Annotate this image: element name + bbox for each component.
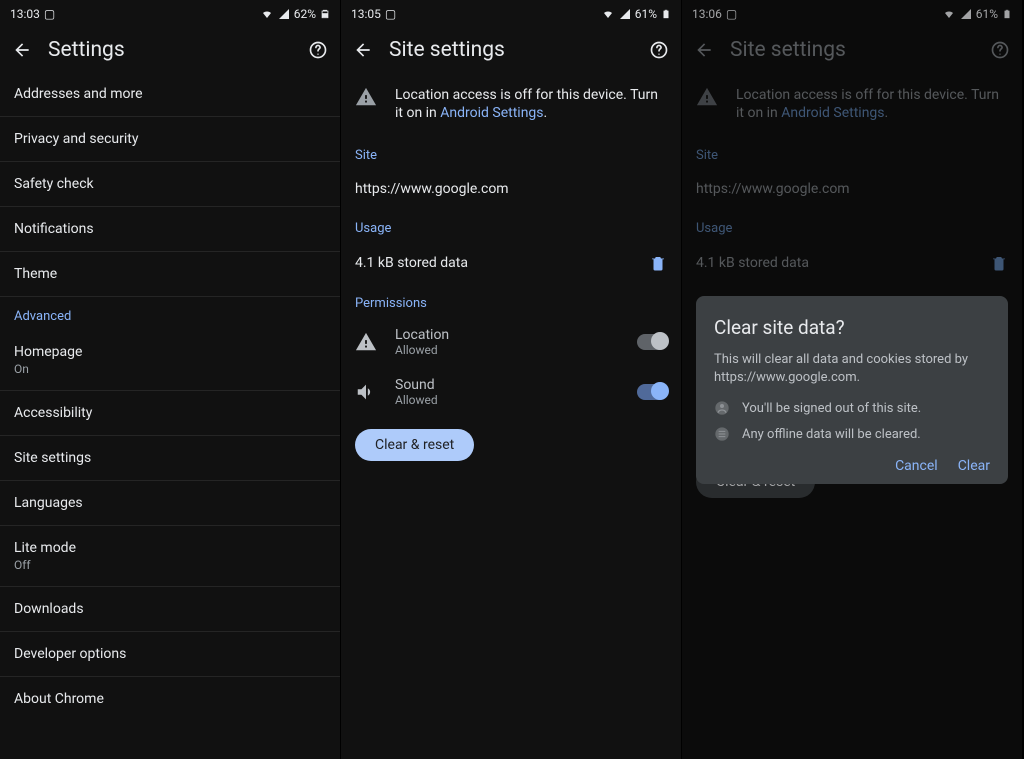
signout-icon bbox=[714, 400, 730, 416]
status-time: 13:05 bbox=[351, 7, 381, 21]
clear-reset-button[interactable]: Clear & reset bbox=[355, 429, 474, 461]
picture-icon: ▢ bbox=[44, 7, 55, 21]
bullet-text: Any offline data will be cleared. bbox=[742, 427, 921, 442]
item-safety[interactable]: Safety check bbox=[0, 162, 340, 207]
item-developer[interactable]: Developer options bbox=[0, 632, 340, 677]
item-site-settings[interactable]: Site settings bbox=[0, 436, 340, 481]
label: Notifications bbox=[14, 221, 94, 237]
label: Privacy and security bbox=[14, 131, 138, 147]
sublabel: On bbox=[14, 362, 326, 376]
perm-name: Sound bbox=[395, 377, 619, 393]
label: Lite mode bbox=[14, 540, 76, 556]
dialog-title: Clear site data? bbox=[714, 316, 990, 339]
dialog-actions: Cancel Clear bbox=[714, 452, 990, 474]
label: Theme bbox=[14, 266, 57, 282]
perm-status: Allowed bbox=[395, 343, 619, 357]
battery-icon bbox=[320, 7, 330, 21]
usage-value: 4.1 kB stored data bbox=[355, 255, 649, 271]
wifi-icon bbox=[260, 8, 274, 20]
help-icon[interactable] bbox=[308, 40, 328, 60]
offline-icon bbox=[714, 426, 730, 442]
item-addresses[interactable]: Addresses and more bbox=[0, 72, 340, 117]
label: Languages bbox=[14, 495, 83, 511]
location-toggle[interactable] bbox=[637, 334, 667, 350]
panel-site-settings-dialog: 13:06 ▢ 61% Site settings Location acces… bbox=[682, 0, 1023, 759]
back-icon[interactable] bbox=[12, 40, 32, 60]
item-privacy[interactable]: Privacy and security bbox=[0, 117, 340, 162]
label: Safety check bbox=[14, 176, 94, 192]
label: Accessibility bbox=[14, 405, 92, 421]
perm-status: Allowed bbox=[395, 393, 619, 407]
status-bar: 13:05 ▢ 61% bbox=[341, 0, 681, 28]
status-bar: 13:03 ▢ 62% bbox=[0, 0, 340, 28]
item-lite-mode[interactable]: Lite mode Off bbox=[0, 526, 340, 587]
usage-row: 4.1 kB stored data bbox=[341, 242, 681, 284]
item-notifications[interactable]: Notifications bbox=[0, 207, 340, 252]
sublabel: Off bbox=[14, 558, 326, 572]
permission-location[interactable]: Location Allowed bbox=[341, 317, 681, 367]
panel-site-settings: 13:05 ▢ 61% Site settings Location acces… bbox=[341, 0, 682, 759]
item-downloads[interactable]: Downloads bbox=[0, 587, 340, 632]
sound-icon bbox=[355, 381, 377, 403]
sound-toggle[interactable] bbox=[637, 384, 667, 400]
section-permissions: Permissions bbox=[341, 284, 681, 317]
label: Homepage bbox=[14, 344, 82, 360]
cancel-button[interactable]: Cancel bbox=[895, 458, 938, 474]
trash-icon[interactable] bbox=[649, 254, 667, 272]
label: Site settings bbox=[14, 450, 91, 466]
battery-text: 61% bbox=[635, 7, 657, 21]
battery-text: 62% bbox=[294, 7, 316, 21]
app-bar: Site settings bbox=[341, 28, 681, 72]
item-languages[interactable]: Languages bbox=[0, 481, 340, 526]
label: Addresses and more bbox=[14, 86, 143, 102]
section-usage: Usage bbox=[341, 209, 681, 242]
page-title: Settings bbox=[48, 38, 292, 62]
battery-icon bbox=[661, 7, 671, 21]
bullet-text: You'll be signed out of this site. bbox=[742, 401, 921, 416]
dialog-body: This will clear all data and cookies sto… bbox=[714, 351, 990, 386]
page-title: Site settings bbox=[389, 38, 633, 62]
app-bar: Settings bbox=[0, 28, 340, 72]
permission-sound[interactable]: Sound Allowed bbox=[341, 367, 681, 417]
location-warning-text: Location access is off for this device. … bbox=[395, 86, 667, 122]
location-warning: Location access is off for this device. … bbox=[341, 72, 681, 136]
help-icon[interactable] bbox=[649, 40, 669, 60]
picture-icon: ▢ bbox=[385, 7, 396, 21]
wifi-icon bbox=[601, 8, 615, 20]
item-homepage[interactable]: Homepage On bbox=[0, 330, 340, 391]
section-site: Site bbox=[341, 136, 681, 169]
warning-icon bbox=[355, 331, 377, 353]
label: Developer options bbox=[14, 646, 126, 662]
label: About Chrome bbox=[14, 691, 104, 707]
label: Downloads bbox=[14, 601, 84, 617]
status-time: 13:03 bbox=[10, 7, 40, 21]
clear-button[interactable]: Clear bbox=[958, 458, 990, 474]
site-url: https://www.google.com bbox=[341, 169, 681, 209]
dialog-bullet-offline: Any offline data will be cleared. bbox=[714, 426, 990, 442]
item-accessibility[interactable]: Accessibility bbox=[0, 391, 340, 436]
signal-icon bbox=[619, 8, 631, 20]
section-advanced: Advanced bbox=[0, 297, 340, 330]
panel-settings: 13:03 ▢ 62% Settings Addresses and more … bbox=[0, 0, 341, 759]
perm-name: Location bbox=[395, 327, 619, 343]
clear-site-data-dialog: Clear site data? This will clear all dat… bbox=[696, 296, 1008, 484]
dialog-bullet-signout: You'll be signed out of this site. bbox=[714, 400, 990, 416]
back-icon[interactable] bbox=[353, 40, 373, 60]
item-theme[interactable]: Theme bbox=[0, 252, 340, 297]
signal-icon bbox=[278, 8, 290, 20]
item-about[interactable]: About Chrome bbox=[0, 677, 340, 721]
warning-icon bbox=[355, 86, 379, 108]
android-settings-link[interactable]: Android Settings bbox=[440, 105, 543, 121]
